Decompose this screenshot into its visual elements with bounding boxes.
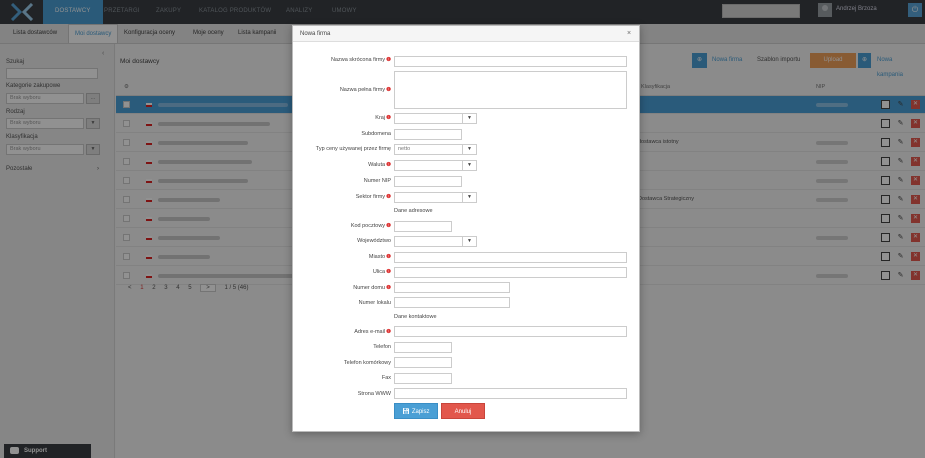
label-postal: Kod pocztowy❶ [350,223,391,229]
required-icon: ❶ [386,254,391,260]
required-icon: ❶ [386,194,391,200]
fax-input[interactable] [394,373,452,384]
label-short-name: Nazwa skrócona firmy❶ [330,57,391,63]
label-mobile: Telefon komórkowy [343,360,391,366]
required-icon: ❶ [386,223,391,229]
label-full-name: Nazwa pełna firmy❶ [339,87,391,93]
label-phone: Telefon [373,344,391,350]
sector-select[interactable]: ▼ [394,192,477,203]
currency-select[interactable]: ▼ [394,160,477,171]
save-button[interactable]: 💾︎ Zapisz [394,403,438,419]
nip-input[interactable] [394,176,462,187]
label-price-type: Typ ceny używanej przez firmę [315,146,391,152]
label-house-no: Numer domu❶ [353,285,391,291]
section-contact: Dane kontaktowe [394,314,437,320]
required-icon: ❶ [386,162,391,168]
price-type-value: netto [398,146,411,152]
chevron-down-icon: ▼ [462,237,476,246]
mobile-input[interactable] [394,357,452,368]
label-fax: Fax [381,375,391,381]
short-name-input[interactable] [394,56,627,67]
website-input[interactable] [394,388,627,399]
required-icon: ❶ [386,285,391,291]
price-type-select[interactable]: netto ▼ [394,144,477,155]
chevron-down-icon: ▼ [462,161,476,170]
label-country: Kraj❶ [375,115,391,121]
required-icon: ❶ [386,57,391,63]
label-city: Miasto❶ [368,254,391,260]
province-select[interactable]: ▼ [394,236,477,247]
required-icon: ❶ [386,87,391,93]
label-currency: Waluta❶ [368,162,391,168]
label-email: Adres e-mail❶ [354,329,391,335]
section-address: Dane adresowe [394,208,433,214]
label-street: Ulica❶ [372,269,391,275]
email-input[interactable] [394,326,627,337]
chevron-down-icon: ▼ [462,193,476,202]
house-number-input[interactable] [394,282,510,293]
phone-input[interactable] [394,342,452,353]
required-icon: ❶ [386,329,391,335]
required-icon: ❶ [386,115,391,121]
modal-header: Nowa firma × [293,26,639,42]
new-company-modal: Nowa firma × Nazwa skrócona firmy❶ Nazwa… [292,25,640,432]
required-icon: ❶ [386,269,391,275]
chevron-down-icon: ▼ [462,145,476,154]
apartment-number-input[interactable] [394,297,510,308]
subdomain-input[interactable] [394,129,462,140]
postal-code-input[interactable] [394,221,452,232]
label-nip: Numer NIP [363,178,391,184]
chevron-down-icon: ▼ [462,114,476,123]
modal-title: Nowa firma [300,31,331,37]
full-name-textarea[interactable] [394,71,627,109]
label-subdomain: Subdomena [361,131,391,137]
cancel-button[interactable]: Anuluj [441,403,485,419]
save-label: Zapisz [411,409,430,415]
street-input[interactable] [394,267,627,278]
country-select[interactable]: ▼ [394,113,477,124]
city-input[interactable] [394,252,627,263]
label-apt-no: Numer lokalu [358,300,391,306]
close-icon[interactable]: × [627,30,631,37]
label-province: Województwo [357,238,391,244]
save-icon: 💾︎ [402,409,412,415]
label-sector: Sektor firmy❶ [355,194,391,200]
label-www: Strona WWW [357,391,391,397]
